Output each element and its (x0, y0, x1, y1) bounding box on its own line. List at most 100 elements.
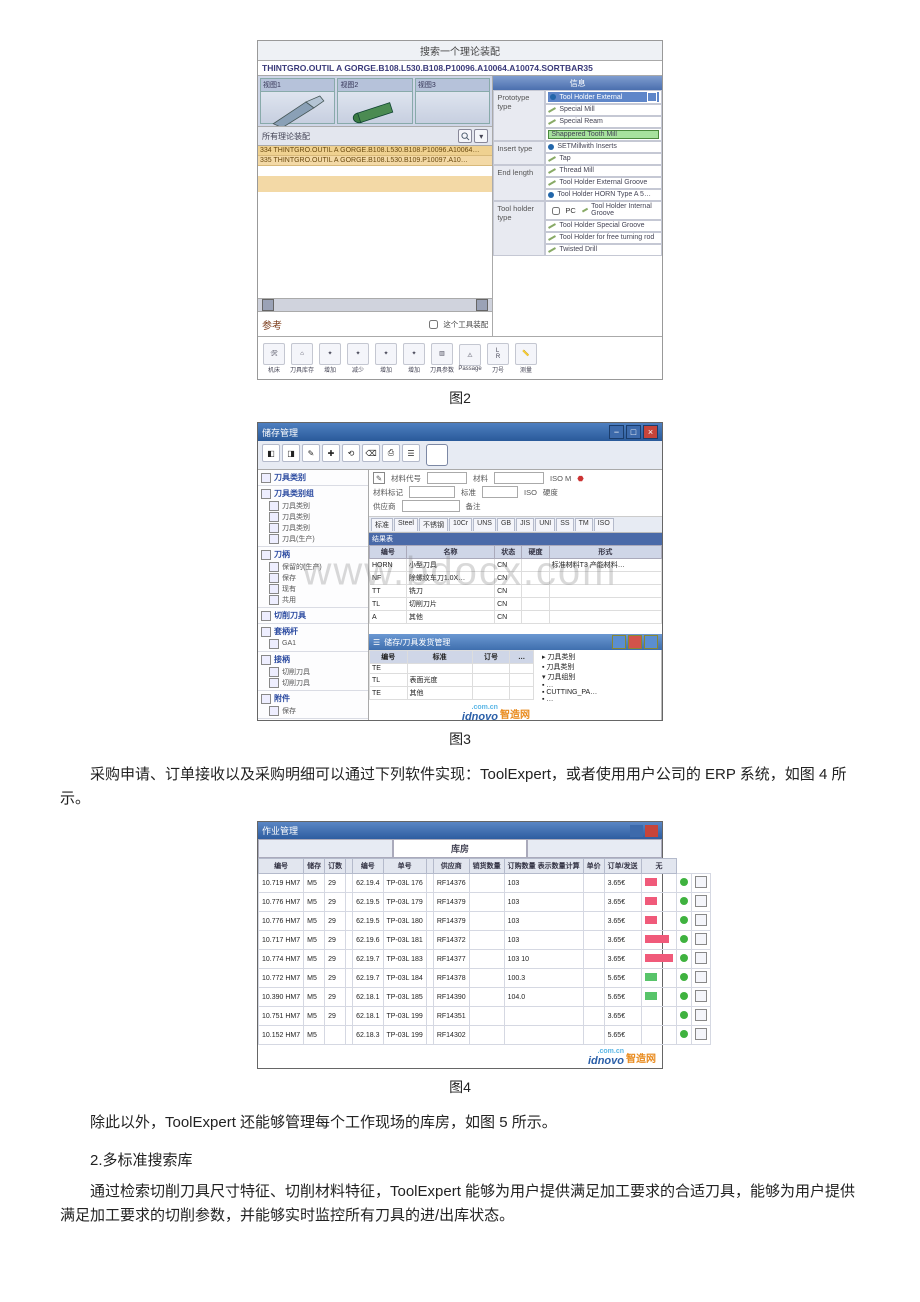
tree-item[interactable]: Tool Holder HORN Type A 5… (548, 191, 659, 199)
tb-add2[interactable]: ✦增加 (374, 341, 398, 375)
toolbar-icon[interactable]: ⎙ (382, 444, 400, 462)
fig2-result-row[interactable]: 334 THINTGRO.OUTIL A GORGE.B108.L530.B10… (258, 146, 492, 156)
tb-toolno[interactable]: LR刀号 (486, 341, 510, 375)
tree-item[interactable]: Tool Holder Special Groove (548, 222, 659, 230)
fig3-tab[interactable]: 标准 (371, 518, 393, 531)
tb-inventory[interactable]: ⌂刀具库存 (290, 341, 314, 375)
fig3-tab[interactable]: Steel (394, 518, 418, 531)
tree-node[interactable]: ▪ 刀具类别 (536, 662, 659, 672)
tab-left[interactable] (258, 839, 393, 858)
close-button[interactable] (645, 825, 658, 837)
toolbar-big-icon[interactable] (426, 444, 448, 466)
tree-item[interactable]: Tool Holder Internal Groove (582, 203, 659, 218)
tb-add3[interactable]: ✦增加 (402, 341, 426, 375)
fig2-result-row[interactable]: 335 THINTGRO.OUTIL A GORGE.B108.L530.B10… (258, 156, 492, 166)
standard-input[interactable] (482, 486, 518, 498)
fig3-tab[interactable]: 10Cr (449, 518, 472, 531)
sidebar-item[interactable]: 保存 (269, 572, 365, 583)
table-row[interactable]: 10.719 HM7M52962.19.4TP-03L 176RF1437610… (259, 874, 711, 893)
cart-icon[interactable] (695, 895, 707, 907)
close-icon[interactable] (628, 635, 642, 649)
maximize-button[interactable]: □ (626, 425, 641, 439)
table-row[interactable]: TL表面光度 (370, 674, 534, 687)
minimize-button[interactable]: − (609, 425, 624, 439)
table-row[interactable]: 10.776 HM7M52962.19.5TP-03L 179RF1437910… (259, 893, 711, 912)
sidebar-section-header[interactable]: 附件 (261, 693, 365, 704)
cart-icon[interactable] (695, 914, 707, 926)
cart-icon[interactable] (695, 952, 707, 964)
material-input[interactable] (494, 472, 544, 484)
sidebar-item[interactable]: 现有 (269, 583, 365, 594)
table-row[interactable]: TT铣刀CN (370, 585, 662, 598)
table-row[interactable]: 10.772 HM7M52962.19.7TP-03L 184RF1437810… (259, 969, 711, 988)
table-row[interactable]: 10.776 HM7M52962.19.5TP-03L 180RF1437910… (259, 912, 711, 931)
table-row[interactable]: HORN小型刀具CN标准材料T3 产能材料… (370, 559, 662, 572)
fig3-tab[interactable]: SS (556, 518, 573, 531)
tree-item[interactable]: SETMillwith Inserts (548, 143, 659, 151)
close-button[interactable]: × (643, 425, 658, 439)
table-row[interactable]: TE其他 (370, 687, 534, 700)
pc-checkbox[interactable] (552, 207, 560, 215)
tree-node[interactable]: ▾ 刀具组别 (536, 672, 659, 682)
tb-machine[interactable]: 🛠机床 (262, 341, 286, 375)
tree-item[interactable]: Tool Holder for free turning rod (548, 234, 659, 242)
toolbar-icon[interactable]: ◨ (282, 444, 300, 462)
material-mark-input[interactable] (409, 486, 455, 498)
tab-right[interactable] (527, 839, 662, 858)
tb-remove[interactable]: ✦减少 (346, 341, 370, 375)
sidebar-item[interactable]: 切削刀具 (269, 677, 365, 688)
toolbar-icon[interactable]: ⟲ (342, 444, 360, 462)
table-row[interactable]: 10.774 HM7M52962.19.7TP-03L 183RF1437710… (259, 950, 711, 969)
tree-item[interactable]: Tool Holder External Groove (548, 179, 659, 187)
sidebar-item[interactable]: 切削刀具 (269, 666, 365, 677)
table-row[interactable]: NF除螺纹车刀1.0X…CN (370, 572, 662, 585)
tb-params[interactable]: ▥刀具参数 (430, 341, 454, 375)
sidebar-section-header[interactable]: 刀具类别 (261, 472, 365, 483)
table-row[interactable]: 10.152 HM7M562.18.3TP-03L 199RF143025.65… (259, 1026, 711, 1045)
sidebar-item[interactable]: 共用 (269, 594, 365, 605)
supplier-input[interactable] (402, 500, 460, 512)
fig3-tab[interactable]: JIS (516, 518, 534, 531)
fig3-tab[interactable]: 不锈钢 (419, 518, 448, 531)
cart-icon[interactable] (695, 990, 707, 1002)
table-row[interactable]: 10.390 HM7M52962.18.1TP-03L 185RF1439010… (259, 988, 711, 1007)
cart-icon[interactable] (695, 1009, 707, 1021)
tool-icon[interactable] (612, 635, 626, 649)
sidebar-item[interactable]: 刀具类别 (269, 511, 365, 522)
tb-passage[interactable]: ⚠Passage (458, 341, 482, 375)
fig3-tab[interactable]: UNI (535, 518, 555, 531)
fig2-thumb-1[interactable]: 视图1 (260, 78, 335, 124)
sidebar-item[interactable]: 保留的(生产) (269, 561, 365, 572)
sidebar-section-header[interactable]: 接柄 (261, 654, 365, 665)
fig3-tab[interactable]: UNS (473, 518, 496, 531)
table-row[interactable]: A其他CN (370, 611, 662, 624)
table-row[interactable]: 10.717 HM7M52962.19.6TP-03L 181RF1437210… (259, 931, 711, 950)
sidebar-section-header[interactable]: 套柄杆 (261, 626, 365, 637)
tree-item[interactable]: Special Mill (548, 106, 659, 114)
tab-warehouse[interactable]: 库房 (393, 839, 528, 858)
tb-add[interactable]: ✦增加 (318, 341, 342, 375)
tree-item[interactable]: Shappered Tooth Mill (548, 130, 659, 139)
tool-icon[interactable] (644, 635, 658, 649)
tree-node[interactable]: ▸ 刀具类别 (536, 652, 659, 662)
toolbar-icon[interactable]: ✎ (302, 444, 320, 462)
table-row[interactable]: TL切削刀片CN (370, 598, 662, 611)
fig2-thumb-2[interactable]: 视图2 (337, 78, 412, 124)
tree-item[interactable]: Tap (548, 155, 659, 163)
toolbar-icon[interactable]: ✚ (322, 444, 340, 462)
table-row[interactable]: 10.751 HM7M52962.18.1TP-03L 199RF143513.… (259, 1007, 711, 1026)
table-row[interactable]: TE (370, 664, 534, 674)
fig3-tab[interactable]: ISO (594, 518, 614, 531)
dropdown-icon[interactable]: ▾ (474, 129, 488, 143)
tree-node[interactable]: ▪ … (536, 682, 659, 689)
fig2-thumb-3[interactable]: 视图3 (415, 78, 490, 124)
tree-node[interactable]: ▪ CUTTING_PA… (536, 689, 659, 696)
sidebar-section-header[interactable]: 切削刀具 (261, 610, 365, 621)
sidebar-item[interactable]: 刀具(生产) (269, 533, 365, 544)
fig3-tab[interactable]: GB (497, 518, 515, 531)
sidebar-section-header[interactable]: 刀柄 (261, 549, 365, 560)
cart-icon[interactable] (695, 1028, 707, 1040)
sidebar-item[interactable]: 刀具类别 (269, 522, 365, 533)
cart-icon[interactable] (695, 971, 707, 983)
toolbar-icon[interactable]: ⌫ (362, 444, 380, 462)
